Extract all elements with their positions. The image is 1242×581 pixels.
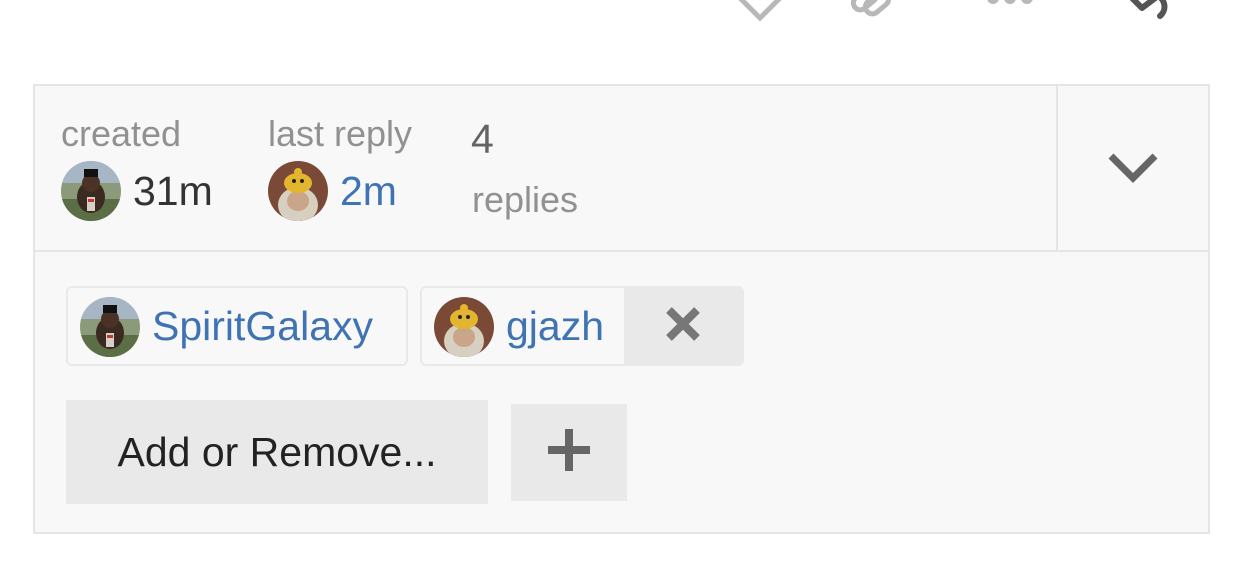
replies-label: replies: [472, 179, 579, 220]
heart-icon[interactable]: [734, 0, 786, 27]
avatar[interactable]: [61, 161, 121, 221]
add-participant-button[interactable]: [511, 404, 627, 501]
participant-chip[interactable]: gjazh: [420, 286, 744, 366]
avatar: [80, 297, 140, 357]
created-time: 31m: [133, 168, 213, 214]
replies-count: 4: [471, 116, 494, 162]
more-icon[interactable]: [985, 0, 1035, 15]
link-icon[interactable]: [846, 0, 894, 27]
created-label: created: [61, 113, 182, 154]
topic-map-stats: created 31m last reply 2m 4 replies: [35, 86, 1208, 252]
participant-chip[interactable]: SpiritGalaxy: [66, 286, 408, 366]
expand-topic-map-button[interactable]: [1056, 86, 1208, 250]
remove-participant-button[interactable]: [624, 288, 742, 364]
participant-username[interactable]: SpiritGalaxy: [152, 300, 373, 352]
post-actions: [0, 0, 1242, 40]
topic-map: created 31m last reply 2m 4 replies Spir…: [33, 84, 1210, 534]
participant-username[interactable]: gjazh: [506, 300, 604, 352]
avatar[interactable]: [268, 161, 328, 221]
last-reply-label: last reply: [268, 113, 413, 154]
reply-icon[interactable]: [1120, 0, 1174, 27]
avatar: [434, 297, 494, 357]
last-reply-time[interactable]: 2m: [340, 168, 397, 214]
plus-icon: [546, 427, 592, 478]
close-icon: [664, 305, 702, 348]
add-or-remove-button[interactable]: Add or Remove...: [66, 400, 488, 504]
chevron-down-icon: [1105, 148, 1161, 189]
